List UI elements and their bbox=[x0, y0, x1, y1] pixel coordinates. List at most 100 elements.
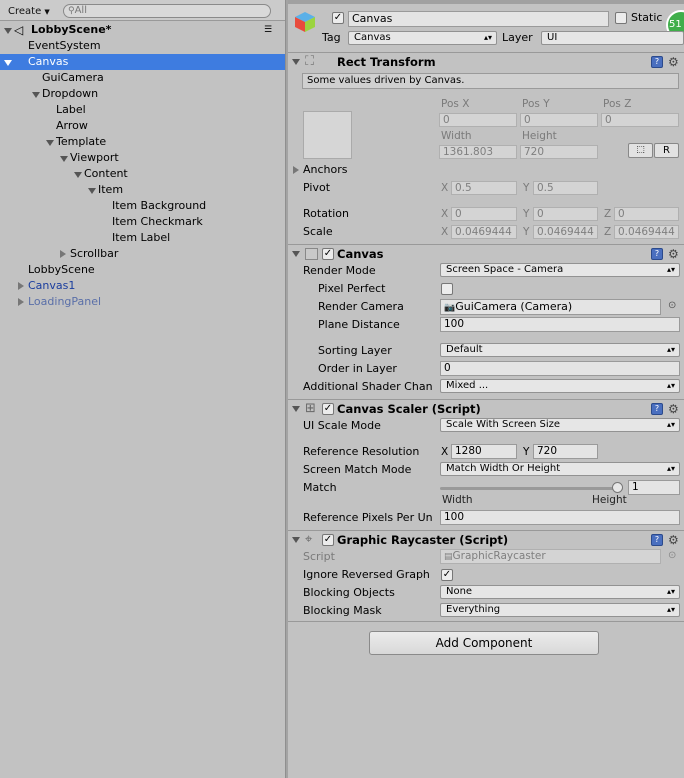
canvas-scaler-header[interactable]: ⊞ ✓ Canvas Scaler (Script) ? ⚙ bbox=[288, 399, 684, 417]
rotation-y-field[interactable]: 0 bbox=[533, 207, 598, 221]
pos-x-field[interactable]: 0 bbox=[439, 113, 517, 127]
ignore-reversed-checkbox[interactable]: ✓ bbox=[441, 569, 453, 581]
help-icon[interactable]: ? bbox=[651, 534, 663, 546]
gear-icon[interactable]: ⚙ bbox=[668, 403, 679, 415]
render-camera-field[interactable]: 📷GuiCamera (Camera) bbox=[440, 299, 661, 315]
match-slider-track[interactable] bbox=[440, 487, 623, 490]
rotation-x-label: X bbox=[441, 208, 449, 220]
hierarchy-item-item-background[interactable]: Item Background bbox=[0, 198, 285, 214]
reference-x-field[interactable]: 1280 bbox=[451, 444, 517, 459]
help-icon[interactable]: ? bbox=[651, 248, 663, 260]
blueprint-mode-button[interactable]: ⬚ bbox=[628, 143, 653, 158]
rotation-z-field[interactable]: 0 bbox=[614, 207, 679, 221]
additional-shader-dropdown[interactable]: Mixed ... ▴▾ bbox=[440, 379, 680, 393]
scale-x-field[interactable]: 0.0469444 bbox=[451, 225, 517, 239]
rotation-z-label: Z bbox=[604, 208, 612, 220]
pos-z-field[interactable]: 0 bbox=[601, 113, 679, 127]
add-component-button[interactable]: Add Component bbox=[369, 631, 599, 655]
script-field[interactable]: ▤GraphicRaycaster bbox=[440, 549, 661, 564]
hierarchy-search-input[interactable]: ⚲All bbox=[63, 4, 271, 18]
expand-arrow-icon[interactable] bbox=[74, 172, 82, 178]
object-picker-icon[interactable]: ⊙ bbox=[668, 300, 676, 311]
ui-scale-mode-dropdown[interactable]: Scale With Screen Size ▴▾ bbox=[440, 418, 680, 432]
pivot-x-field[interactable]: 0.5 bbox=[451, 181, 517, 195]
graphic-raycaster-enabled-checkbox[interactable]: ✓ bbox=[322, 534, 334, 546]
expand-arrow-icon[interactable] bbox=[18, 282, 24, 290]
hierarchy-item-viewport[interactable]: Viewport bbox=[0, 150, 285, 166]
hierarchy-item-item-label[interactable]: Item Label bbox=[0, 230, 285, 246]
hierarchy-item-arrow[interactable]: Arrow bbox=[0, 118, 285, 134]
rotation-x-field[interactable]: 0 bbox=[451, 207, 517, 221]
order-in-layer-field[interactable]: 0 bbox=[440, 361, 680, 376]
rect-transform-header[interactable]: ⛶ Rect Transform ? ⚙ bbox=[288, 52, 684, 70]
raw-edit-button[interactable]: R bbox=[654, 143, 679, 158]
object-name-input[interactable]: Canvas bbox=[348, 11, 609, 27]
gear-icon[interactable]: ⚙ bbox=[668, 56, 679, 68]
blueprint-icon: ⬚ bbox=[636, 145, 645, 155]
create-button[interactable]: Create ▼ bbox=[4, 5, 54, 19]
match-value-field[interactable]: 1 bbox=[628, 480, 680, 495]
scene-row-lobbyscene[interactable]: ◁ LobbyScene* ☰ bbox=[0, 22, 285, 38]
expand-arrow-icon[interactable] bbox=[60, 250, 66, 258]
blocking-objects-dropdown[interactable]: None ▴▾ bbox=[440, 585, 680, 599]
reference-pixels-field[interactable]: 100 bbox=[440, 510, 680, 525]
scale-z-field[interactable]: 0.0469444 bbox=[614, 225, 679, 239]
foldout-arrow-icon[interactable] bbox=[292, 251, 300, 257]
layer-dropdown[interactable]: UI bbox=[541, 31, 684, 45]
width-field[interactable]: 1361.803 bbox=[439, 145, 517, 159]
active-checkbox[interactable]: ✓ bbox=[332, 12, 344, 24]
sorting-layer-dropdown[interactable]: Default ▴▾ bbox=[440, 343, 680, 357]
expand-arrow-icon[interactable] bbox=[60, 156, 68, 162]
pivot-y-field[interactable]: 0.5 bbox=[533, 181, 598, 195]
expand-arrow-icon[interactable] bbox=[4, 28, 12, 34]
hierarchy-item-dropdown[interactable]: Dropdown bbox=[0, 86, 285, 102]
height-field[interactable]: 720 bbox=[520, 145, 598, 159]
hierarchy-item-canvas[interactable]: Canvas bbox=[0, 54, 285, 70]
hierarchy-item-scrollbar[interactable]: Scrollbar bbox=[0, 246, 285, 262]
help-icon[interactable]: ? bbox=[651, 403, 663, 415]
scene-menu-icon[interactable]: ☰ bbox=[264, 22, 272, 38]
hierarchy-item-guicamera[interactable]: GuiCamera bbox=[0, 70, 285, 86]
plane-distance-field[interactable]: 100 bbox=[440, 317, 680, 332]
hierarchy-item-template[interactable]: Template bbox=[0, 134, 285, 150]
hierarchy-item-item[interactable]: Item bbox=[0, 182, 285, 198]
pos-y-field[interactable]: 0 bbox=[520, 113, 598, 127]
hierarchy-item-item-checkmark[interactable]: Item Checkmark bbox=[0, 214, 285, 230]
canvas-component-header[interactable]: ✓ Canvas ? ⚙ bbox=[288, 244, 684, 262]
gear-icon[interactable]: ⚙ bbox=[668, 248, 679, 260]
expand-arrow-icon[interactable] bbox=[32, 92, 40, 98]
expand-arrow-icon[interactable] bbox=[18, 298, 24, 306]
pixel-perfect-checkbox[interactable] bbox=[441, 283, 453, 295]
anchors-foldout-icon[interactable] bbox=[293, 166, 299, 174]
match-slider-thumb[interactable] bbox=[612, 482, 623, 493]
screen-match-mode-dropdown[interactable]: Match Width Or Height ▴▾ bbox=[440, 462, 680, 476]
hierarchy-item-content[interactable]: Content bbox=[0, 166, 285, 182]
render-mode-dropdown[interactable]: Screen Space - Camera ▴▾ bbox=[440, 263, 680, 277]
pivot-label: Pivot bbox=[303, 181, 331, 194]
tag-dropdown[interactable]: Canvas ▴▾ bbox=[348, 31, 497, 45]
help-icon[interactable]: ? bbox=[651, 56, 663, 68]
hierarchy-item-loadingpanel[interactable]: LoadingPanel bbox=[0, 294, 285, 310]
reference-y-field[interactable]: 720 bbox=[533, 444, 598, 459]
canvas-scaler-enabled-checkbox[interactable]: ✓ bbox=[322, 403, 334, 415]
hierarchy-item-label[interactable]: Label bbox=[0, 102, 285, 118]
foldout-arrow-icon[interactable] bbox=[292, 406, 300, 412]
foldout-arrow-icon[interactable] bbox=[292, 59, 300, 65]
object-picker-icon[interactable]: ⊙ bbox=[668, 550, 676, 561]
anchors-label[interactable]: Anchors bbox=[303, 163, 348, 177]
hierarchy-item-canvas1[interactable]: Canvas1 bbox=[0, 278, 285, 294]
expand-arrow-icon[interactable] bbox=[4, 60, 12, 66]
canvas-enabled-checkbox[interactable]: ✓ bbox=[322, 248, 334, 260]
graphic-raycaster-header[interactable]: ⌖ ✓ Graphic Raycaster (Script) ? ⚙ bbox=[288, 530, 684, 548]
gear-icon[interactable]: ⚙ bbox=[668, 534, 679, 546]
blocking-mask-dropdown[interactable]: Everything ▴▾ bbox=[440, 603, 680, 617]
expand-arrow-icon[interactable] bbox=[88, 188, 96, 194]
script-value: GraphicRaycaster bbox=[452, 550, 546, 562]
scale-y-field[interactable]: 0.0469444 bbox=[533, 225, 598, 239]
foldout-arrow-icon[interactable] bbox=[292, 537, 300, 543]
hierarchy-item-lobbyscene[interactable]: LobbyScene bbox=[0, 262, 285, 278]
expand-arrow-icon[interactable] bbox=[46, 140, 54, 146]
anchor-preset-button[interactable] bbox=[303, 111, 352, 159]
static-checkbox[interactable] bbox=[615, 12, 627, 24]
hierarchy-item-eventsystem[interactable]: EventSystem bbox=[0, 38, 285, 54]
